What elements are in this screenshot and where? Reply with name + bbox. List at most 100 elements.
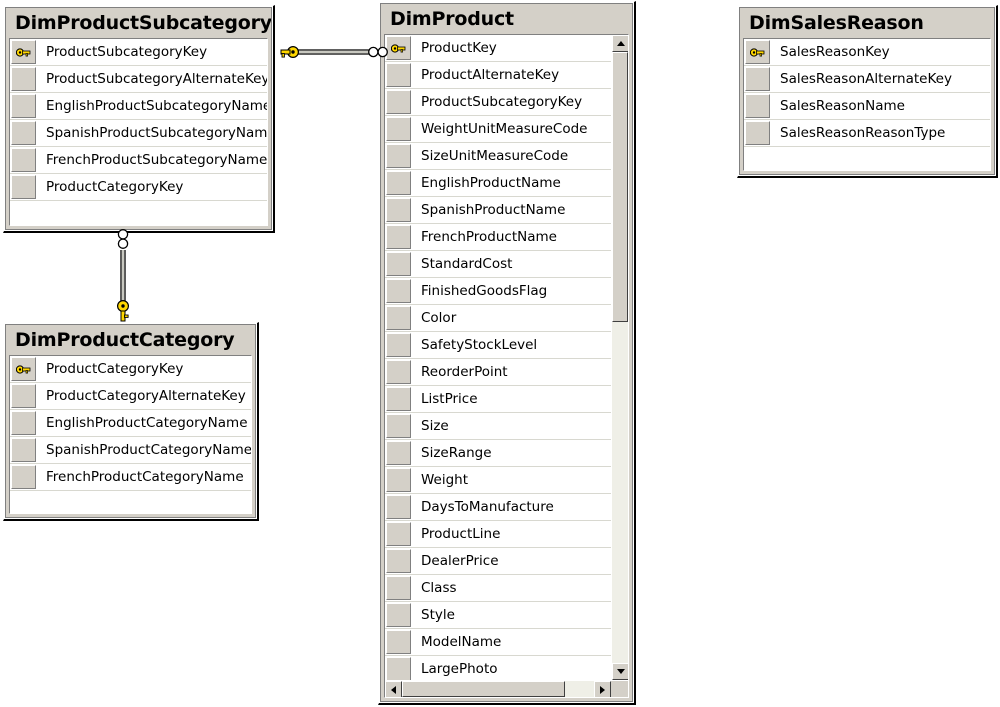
row-selector-cell[interactable] xyxy=(386,306,411,330)
field-name[interactable]: ModelName xyxy=(412,629,611,655)
row-selector-cell[interactable] xyxy=(745,94,770,118)
field-name[interactable]: ReorderPoint xyxy=(412,359,611,385)
field-row[interactable]: SalesReasonName xyxy=(744,93,990,120)
row-selector-cell[interactable] xyxy=(386,630,411,654)
field-row[interactable]: SpanishProductSubcategoryName xyxy=(10,120,267,147)
field-name[interactable]: EnglishProductName xyxy=(412,170,611,196)
field-row[interactable]: SalesReasonAlternateKey xyxy=(744,66,990,93)
field-row[interactable]: EnglishProductName xyxy=(385,170,611,197)
field-row[interactable]: ModelName xyxy=(385,629,611,656)
relationship-rel-category-subcategory[interactable] xyxy=(108,228,138,328)
row-selector-cell[interactable] xyxy=(386,387,411,411)
field-row[interactable]: ProductSubcategoryKey xyxy=(10,39,267,66)
row-selector-cell[interactable] xyxy=(386,549,411,573)
table-dimsalesreason[interactable]: DimSalesReason SalesReasonKey SalesReasonA… xyxy=(737,5,998,178)
field-name[interactable]: FinishedGoodsFlag xyxy=(412,278,611,304)
field-row[interactable]: SpanishProductName xyxy=(385,197,611,224)
row-selector-cell[interactable] xyxy=(386,360,411,384)
vertical-scroll-thumb[interactable] xyxy=(612,52,628,322)
field-name[interactable]: SpanishProductSubcategoryName xyxy=(37,120,267,146)
row-selector-cell[interactable] xyxy=(386,414,411,438)
field-row[interactable]: FinishedGoodsFlag xyxy=(385,278,611,305)
field-name[interactable]: ProductKey xyxy=(412,35,611,61)
field-row[interactable]: SpanishProductCategoryName xyxy=(10,437,251,464)
row-selector-cell[interactable] xyxy=(386,468,411,492)
field-name[interactable] xyxy=(37,491,251,513)
field-name[interactable]: Weight xyxy=(412,467,611,493)
field-name[interactable]: SalesReasonAlternateKey xyxy=(771,66,990,92)
field-row[interactable]: ProductKey xyxy=(385,35,611,62)
field-name[interactable]: SafetyStockLevel xyxy=(412,332,611,358)
field-row[interactable]: DaysToManufacture xyxy=(385,494,611,521)
row-selector-cell[interactable] xyxy=(745,148,770,169)
field-name[interactable]: SalesReasonReasonType xyxy=(771,120,990,146)
field-name[interactable]: ProductCategoryKey xyxy=(37,356,251,382)
row-selector-cell[interactable] xyxy=(11,438,36,462)
field-grid[interactable]: ProductCategoryKey ProductCategoryAlterna… xyxy=(9,355,252,514)
row-selector-cell[interactable] xyxy=(386,144,411,168)
field-row[interactable]: ProductLine xyxy=(385,521,611,548)
horizontal-scroll-thumb[interactable] xyxy=(402,681,565,697)
field-name[interactable]: FrenchProductCategoryName xyxy=(37,464,251,490)
field-name[interactable]: ListPrice xyxy=(412,386,611,412)
field-row[interactable]: SalesReasonKey xyxy=(744,39,990,66)
field-name[interactable]: SpanishProductCategoryName xyxy=(37,437,251,463)
table-title[interactable]: DimProductCategory xyxy=(6,325,255,355)
field-name[interactable]: ProductLine xyxy=(412,521,611,547)
scroll-down-icon[interactable] xyxy=(612,663,628,680)
field-row[interactable]: WeightUnitMeasureCode xyxy=(385,116,611,143)
field-name[interactable]: StandardCost xyxy=(412,251,611,277)
field-grid[interactable]: SalesReasonKey SalesReasonAlternateKey Sal… xyxy=(743,38,991,171)
field-name[interactable]: ProductSubcategoryKey xyxy=(412,89,611,115)
field-name[interactable]: FrenchProductSubcategoryName xyxy=(37,147,267,173)
vertical-scrollbar[interactable] xyxy=(611,35,628,680)
row-selector-cell[interactable] xyxy=(386,657,411,680)
field-row[interactable]: Weight xyxy=(385,467,611,494)
field-name[interactable]: ProductCategoryKey xyxy=(37,174,267,200)
row-selector-cell[interactable] xyxy=(11,465,36,489)
field-name[interactable]: Color xyxy=(412,305,611,331)
field-row[interactable]: ProductSubcategoryAlternateKey xyxy=(10,66,267,93)
field-row[interactable]: EnglishProductSubcategoryName xyxy=(10,93,267,120)
field-row[interactable]: DealerPrice xyxy=(385,548,611,575)
field-name[interactable]: SalesReasonKey xyxy=(771,39,990,65)
field-name[interactable]: WeightUnitMeasureCode xyxy=(412,116,611,142)
row-selector-cell[interactable] xyxy=(386,576,411,600)
table-title[interactable]: DimSalesReason xyxy=(740,8,994,38)
field-name[interactable]: ProductSubcategoryAlternateKey xyxy=(37,66,267,92)
row-selector-cell[interactable] xyxy=(386,522,411,546)
empty-field-row[interactable] xyxy=(10,201,267,225)
empty-field-row[interactable] xyxy=(744,147,990,170)
field-row[interactable]: ListPrice xyxy=(385,386,611,413)
field-row[interactable]: FrenchProductSubcategoryName xyxy=(10,147,267,174)
field-grid[interactable]: ProductKey ProductAlternateKey ProductSubc… xyxy=(384,34,629,698)
field-name[interactable]: FrenchProductName xyxy=(412,224,611,250)
table-title[interactable]: DimProduct xyxy=(381,4,632,34)
field-row[interactable]: SafetyStockLevel xyxy=(385,332,611,359)
field-row[interactable]: FrenchProductName xyxy=(385,224,611,251)
scroll-up-icon[interactable] xyxy=(612,35,628,52)
key-icon[interactable] xyxy=(745,40,770,64)
row-selector-cell[interactable] xyxy=(386,171,411,195)
row-selector-cell[interactable] xyxy=(386,198,411,222)
table-dimproductsubcategory[interactable]: DimProductSubcategory ProductSubcategoryK… xyxy=(3,5,275,233)
field-row[interactable]: ProductCategoryKey xyxy=(10,356,251,383)
row-selector-cell[interactable] xyxy=(386,252,411,276)
field-name[interactable]: DaysToManufacture xyxy=(412,494,611,520)
field-name[interactable]: EnglishProductCategoryName xyxy=(37,410,251,436)
row-selector-cell[interactable] xyxy=(745,121,770,145)
field-name[interactable]: ProductAlternateKey xyxy=(412,62,611,88)
field-row[interactable]: Color xyxy=(385,305,611,332)
field-name[interactable]: SalesReasonName xyxy=(771,93,990,119)
row-selector-cell[interactable] xyxy=(386,495,411,519)
field-row[interactable]: ProductAlternateKey xyxy=(385,62,611,89)
row-selector-cell[interactable] xyxy=(386,603,411,627)
row-selector-cell[interactable] xyxy=(11,67,36,91)
row-selector-cell[interactable] xyxy=(11,411,36,435)
row-selector-cell[interactable] xyxy=(11,492,36,512)
table-dimproduct[interactable]: DimProduct ProductKey ProductAlternateKey P… xyxy=(378,1,636,705)
field-row[interactable]: SizeRange xyxy=(385,440,611,467)
row-selector-cell[interactable] xyxy=(11,384,36,408)
row-selector-cell[interactable] xyxy=(386,117,411,141)
empty-field-row[interactable] xyxy=(10,491,251,513)
